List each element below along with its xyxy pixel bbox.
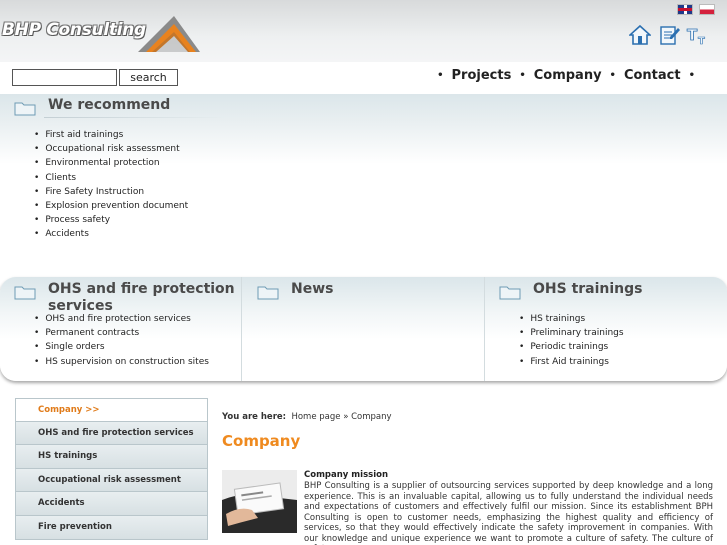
ohs-trainings-list: HS trainings Preliminary trainings Perio…: [519, 312, 624, 369]
list-item[interactable]: Occupational risk assessment: [34, 142, 188, 156]
site-header: BHP Consulting T T: [0, 0, 727, 62]
breadcrumb-separator: »: [343, 412, 349, 422]
breadcrumb-label: You are here:: [222, 412, 287, 422]
services-panel: OHS and fire protection services OHS and…: [0, 277, 727, 381]
folder-icon: [257, 286, 279, 300]
page-title: Company: [222, 432, 301, 450]
ohs-services-title: OHS and fire protection services: [48, 281, 235, 314]
search-button[interactable]: search: [119, 69, 178, 86]
breadcrumb-home-link[interactable]: Home page: [291, 412, 340, 422]
pl-flag-icon[interactable]: [699, 4, 715, 15]
divider: [44, 117, 224, 118]
list-item[interactable]: Explosion prevention document: [34, 199, 188, 213]
list-item[interactable]: HS supervision on construction sites: [34, 355, 209, 369]
list-item[interactable]: Periodic trainings: [519, 340, 624, 354]
list-item[interactable]: First Aid trainings: [519, 355, 624, 369]
home-icon[interactable]: [629, 24, 651, 46]
divider: [484, 277, 485, 381]
nav-contact-label: Contact: [623, 68, 681, 83]
side-menu-item-fire-prevention[interactable]: Fire prevention: [15, 515, 208, 540]
logo-mountain-icon: [138, 16, 200, 52]
breadcrumb: You are here: Home page » Company: [222, 412, 392, 422]
list-item[interactable]: Single orders: [34, 340, 209, 354]
ohs-trainings-title: OHS trainings: [533, 281, 643, 297]
list-item[interactable]: Clients: [34, 171, 188, 185]
breadcrumb-current: Company: [351, 412, 392, 422]
list-item[interactable]: Process safety: [34, 213, 188, 227]
nav-contact[interactable]: • Contact •: [602, 68, 703, 83]
recommend-title: We recommend: [48, 97, 171, 113]
side-menu: Company >> OHS and fire protection servi…: [15, 398, 208, 540]
mission-title: Company mission: [304, 470, 388, 480]
list-item[interactable]: Permanent contracts: [34, 326, 209, 340]
text-size-icon[interactable]: T T: [686, 24, 708, 46]
list-item[interactable]: OHS and fire protection services: [34, 312, 209, 326]
list-item[interactable]: HS trainings: [519, 312, 624, 326]
nav-projects-label: Projects: [451, 68, 512, 83]
side-menu-item-company[interactable]: Company >>: [15, 398, 208, 422]
search-input[interactable]: [12, 69, 117, 86]
main-nav: • Projects • Company • Contact •: [429, 68, 703, 83]
folder-icon: [14, 286, 36, 300]
nav-company[interactable]: • Company: [511, 68, 601, 83]
side-menu-item-hs-trainings[interactable]: HS trainings: [15, 445, 208, 469]
side-menu-item-risk-assessment[interactable]: Occupational risk assessment: [15, 468, 208, 493]
mission-text: BHP Consulting is a supplier of outsourc…: [304, 481, 713, 545]
edit-icon[interactable]: [659, 24, 681, 46]
logo-text: BHP Consulting: [2, 20, 146, 40]
list-item[interactable]: Accidents: [34, 227, 188, 241]
business-card-photo: [222, 470, 297, 533]
list-item[interactable]: Preliminary trainings: [519, 326, 623, 340]
list-item[interactable]: First aid trainings: [34, 128, 188, 142]
list-item[interactable]: Environmental protection: [34, 156, 188, 170]
folder-icon: [499, 286, 521, 300]
recommend-list: First aid trainings Occupational risk as…: [34, 128, 188, 242]
side-menu-item-accidents[interactable]: Accidents: [15, 492, 208, 516]
search-nav-bar: search • Projects • Company • Contact •: [0, 62, 727, 94]
nav-projects[interactable]: • Projects: [429, 68, 511, 83]
folder-icon: [14, 102, 36, 116]
svg-text:T: T: [698, 36, 705, 46]
nav-company-label: Company: [533, 68, 602, 83]
divider: [241, 277, 242, 381]
side-menu-item-ohs-services[interactable]: OHS and fire protection services: [15, 421, 208, 446]
site-logo[interactable]: BHP Consulting: [0, 14, 210, 54]
list-item[interactable]: Fire Safety Instruction: [34, 185, 188, 199]
news-title: News: [291, 281, 334, 297]
en-flag-icon[interactable]: [677, 4, 693, 15]
ohs-services-list: OHS and fire protection services Permane…: [34, 312, 209, 369]
svg-text:T: T: [687, 26, 698, 44]
